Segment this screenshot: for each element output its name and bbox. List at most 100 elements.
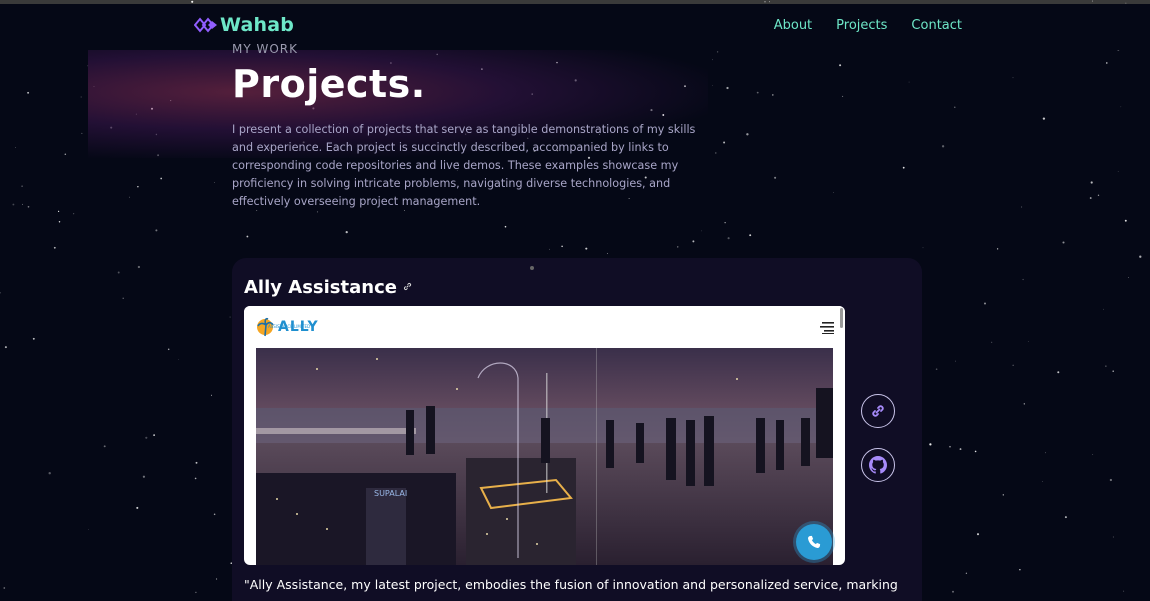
star: [952, 590, 954, 593]
star: [145, 436, 148, 439]
star: [3, 587, 6, 589]
live-demo-button[interactable]: [861, 394, 895, 428]
star: [1112, 370, 1114, 372]
star: [194, 477, 197, 480]
star: [12, 203, 15, 206]
star: [549, 248, 551, 250]
link-icon: [872, 405, 884, 417]
star: [1117, 171, 1119, 173]
star: [929, 443, 932, 446]
star: [949, 445, 951, 448]
star: [1112, 536, 1114, 538]
project-preview[interactable]: ALLY ASSISTANCE LIMITED SUPALAI: [244, 306, 845, 565]
star: [122, 297, 124, 299]
logo-text: Wahab: [220, 14, 295, 36]
star: [81, 132, 83, 134]
page-title: Projects.: [232, 62, 426, 106]
github-icon: [869, 456, 887, 474]
star: [1062, 241, 1065, 244]
preview-scrollbar[interactable]: [840, 308, 843, 328]
star: [561, 245, 563, 248]
star: [167, 348, 170, 351]
star: [191, 0, 194, 3]
link-icon[interactable]: [403, 282, 412, 294]
preview-header: ALLY ASSISTANCE LIMITED: [244, 306, 845, 348]
star: [774, 176, 777, 179]
call-button[interactable]: [796, 524, 832, 560]
star: [1089, 197, 1092, 199]
star: [1057, 371, 1060, 374]
star: [216, 578, 218, 580]
star: [213, 182, 215, 184]
hamburger-menu-icon[interactable]: [820, 322, 834, 334]
logo-icon: [194, 17, 217, 33]
star: [1002, 494, 1004, 496]
star: [1022, 278, 1024, 281]
star: [974, 450, 977, 453]
nav-links: About Projects Contact: [774, 18, 962, 33]
star: [585, 247, 588, 250]
star: [155, 229, 158, 232]
star: [935, 368, 938, 370]
star: [764, 1, 766, 3]
star: [21, 185, 23, 188]
star: [64, 153, 67, 156]
star: [723, 141, 726, 144]
star: [15, 146, 16, 148]
star: [1027, 341, 1029, 342]
star: [136, 506, 139, 509]
star: [749, 234, 752, 237]
star: [1090, 181, 1093, 184]
star: [195, 461, 198, 464]
star: [1023, 403, 1025, 405]
star: [246, 235, 249, 238]
star: [1092, 454, 1094, 455]
carousel-dot: [530, 266, 534, 270]
star: [996, 248, 999, 250]
star: [137, 186, 139, 188]
star: [1021, 206, 1023, 208]
star: [142, 475, 146, 478]
star: [712, 85, 713, 87]
nav-link-contact[interactable]: Contact: [911, 18, 962, 33]
star: [701, 230, 703, 232]
star: [1041, 480, 1043, 482]
star: [715, 152, 717, 154]
star: [1103, 308, 1104, 310]
star: [1127, 277, 1129, 278]
github-button[interactable]: [861, 448, 895, 482]
star: [772, 94, 774, 96]
nav-link-projects[interactable]: Projects: [836, 18, 887, 33]
section-subtitle: MY WORK: [232, 42, 299, 56]
star: [677, 246, 679, 248]
star: [213, 513, 216, 516]
phone-icon: [808, 535, 821, 548]
star: [137, 265, 141, 269]
star: [1097, 194, 1100, 196]
logo[interactable]: Wahab: [194, 14, 294, 36]
star: [756, 91, 759, 94]
star: [606, 252, 608, 254]
star: [716, 51, 719, 53]
star: [53, 246, 56, 249]
star: [22, 203, 23, 205]
nav-link-about[interactable]: About: [774, 18, 812, 33]
star: [117, 271, 120, 274]
star: [1045, 452, 1047, 454]
star: [32, 337, 35, 340]
star: [1123, 590, 1125, 592]
star: [842, 95, 844, 97]
star: [976, 533, 980, 536]
star: [88, 529, 90, 530]
star: [1109, 478, 1113, 482]
star: [1139, 255, 1142, 258]
star: [1105, 365, 1107, 367]
star: [769, 1, 770, 3]
project-title[interactable]: Ally Assistance: [244, 277, 412, 298]
svg-text:SUPALAI: SUPALAI: [374, 489, 407, 498]
star: [902, 166, 905, 169]
star: [1091, 0, 1094, 2]
star: [941, 145, 945, 148]
intro-text: I present a collection of projects that …: [232, 123, 696, 208]
star: [73, 213, 75, 215]
